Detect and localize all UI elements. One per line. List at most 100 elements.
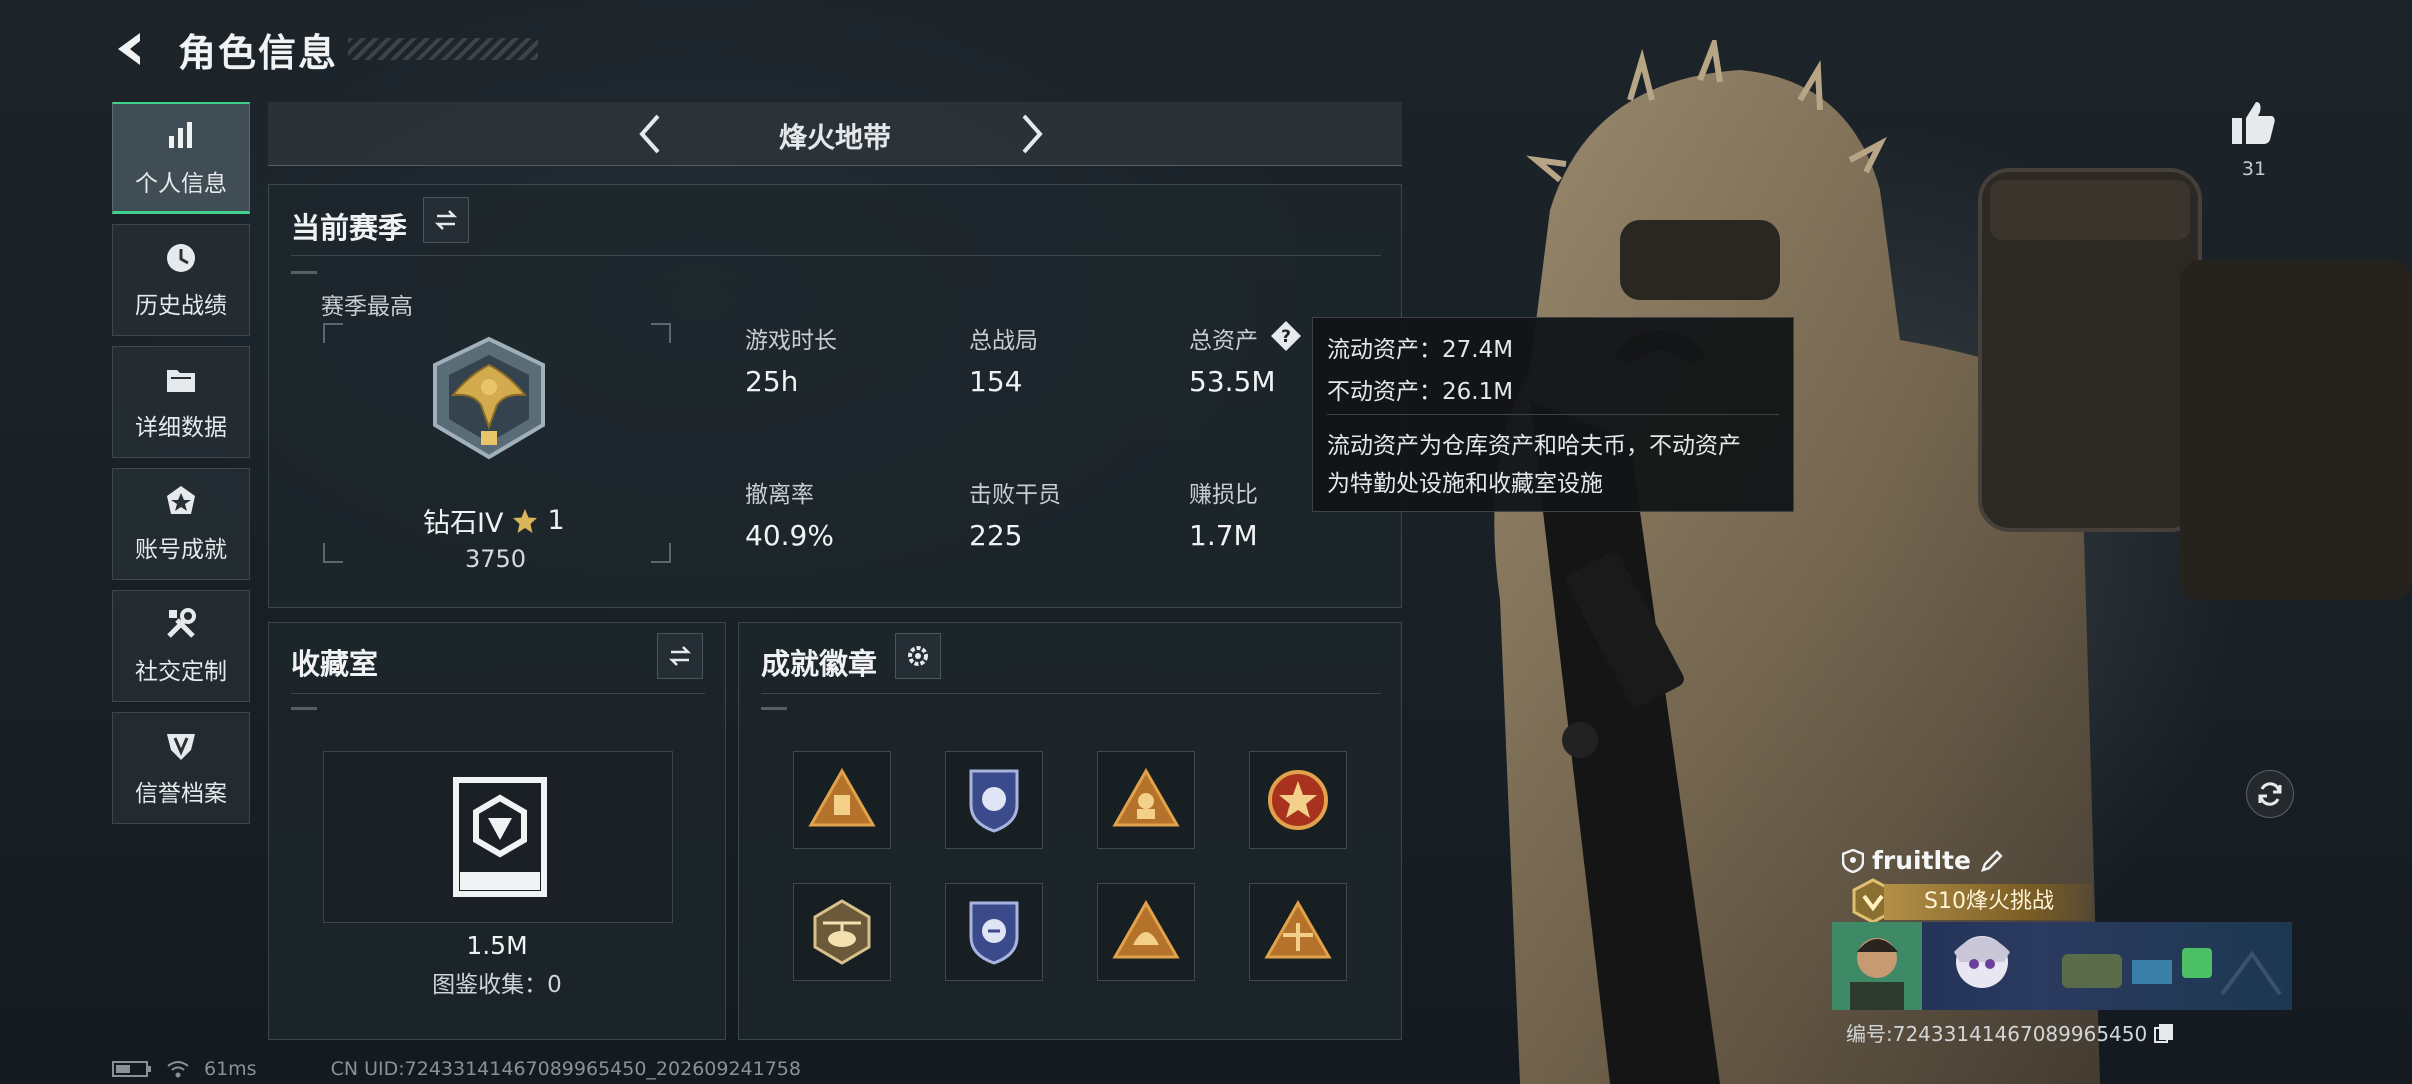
banner-character-art xyxy=(1954,936,2010,988)
triangle-squad-icon xyxy=(1112,767,1180,827)
nav-label: 详细数据 xyxy=(135,415,227,441)
rank-name-row: 钻石IV 1 xyxy=(423,501,565,540)
avatar[interactable] xyxy=(1832,922,1922,1010)
player-uid-row: 编号:7243314146708996545​0 xyxy=(1846,1018,2175,1047)
mode-selector: 烽火地带 xyxy=(268,102,1402,166)
achievements-panel: 成就徽章 xyxy=(738,622,1402,1040)
achievement-badge-6[interactable] xyxy=(945,883,1043,981)
nav-label: 历史战绩 xyxy=(135,293,227,319)
player-title-tag: S10烽火挑战 xyxy=(1884,884,2092,920)
rank-stars: 1 xyxy=(547,505,565,536)
achievement-settings-button[interactable] xyxy=(895,633,941,679)
like-widget: 31 xyxy=(2228,96,2280,180)
frame-corner xyxy=(323,543,343,563)
refresh-button[interactable] xyxy=(2246,770,2294,818)
asset-help-button[interactable]: ? xyxy=(1269,319,1303,353)
frame-corner xyxy=(323,323,343,343)
medal-star-icon xyxy=(167,486,195,514)
nav-label: 社交定制 xyxy=(135,659,227,685)
achievement-badge-7[interactable] xyxy=(1097,883,1195,981)
divider xyxy=(1327,414,1779,415)
divider xyxy=(291,255,1381,256)
svg-text:?: ? xyxy=(1281,327,1291,347)
mode-label: 烽火地带 xyxy=(778,121,891,154)
gear-icon xyxy=(908,646,928,666)
ping-text: 61ms xyxy=(204,1058,257,1080)
stat-label: 击败干员 xyxy=(969,482,1061,508)
star-icon xyxy=(513,508,538,533)
shield-wing-icon xyxy=(167,734,195,760)
collection-panel: 收藏室 1.5M 图鉴收集：0 xyxy=(268,622,726,1040)
achievements-title: 成就徽章 xyxy=(761,647,878,681)
folder-icon xyxy=(167,370,195,392)
achievement-badge-1[interactable] xyxy=(793,751,891,849)
season-panel: 当前赛季 赛季最高 钻石IV 1 3750 游戏时长 25h 总战局 154 总… xyxy=(268,184,1402,608)
banner-gear-art xyxy=(2062,948,2282,996)
stat-value: 225 xyxy=(969,519,1023,552)
frame-corner xyxy=(651,543,671,563)
help-diamond-icon: ? xyxy=(1271,321,1301,351)
wifi-icon xyxy=(167,1061,189,1078)
collection-preview[interactable] xyxy=(323,751,673,923)
back-arrow-icon[interactable] xyxy=(110,27,154,71)
cn-uid-text: CN UID:7243314146708996545​0_20260924175… xyxy=(330,1058,801,1080)
achievement-badge-3[interactable] xyxy=(1097,751,1195,849)
stat-value: 154 xyxy=(969,365,1023,398)
refresh-icon xyxy=(2258,782,2282,806)
decor-line xyxy=(761,707,787,710)
collection-value: 1.5M xyxy=(466,931,528,960)
tooltip-liquid-assets: 流动资产：27.4M xyxy=(1327,337,1514,363)
clock-icon xyxy=(167,244,195,272)
rank-emblem-icon xyxy=(433,336,545,460)
stat-value: 53.5M xyxy=(1189,365,1276,398)
copy-icon[interactable] xyxy=(2153,1022,2175,1044)
nav-item-reputation[interactable]: 信誉档案 xyxy=(112,712,250,824)
rank-name: 钻石IV xyxy=(423,508,504,539)
swap-icon xyxy=(668,646,692,666)
nav-item-social[interactable]: 社交定制 xyxy=(112,590,250,702)
page-title: 角色信息 xyxy=(178,30,339,75)
player-name-row: fruitlte xyxy=(1842,846,2005,875)
thumbs-up-icon[interactable] xyxy=(2228,96,2280,148)
gallery-count: 图鉴收集：0 xyxy=(432,972,562,998)
stat-value: 1.7M xyxy=(1189,519,1258,552)
triangle-medal-icon xyxy=(808,767,876,827)
battery-icon xyxy=(112,1061,151,1077)
stat-label: 总战局 xyxy=(969,328,1038,354)
switch-collection-button[interactable] xyxy=(657,633,703,679)
tools-icon xyxy=(167,608,196,638)
next-mode-icon[interactable] xyxy=(1006,110,1054,158)
achievement-badge-4[interactable] xyxy=(1249,751,1347,849)
nav-item-personal-info[interactable]: 个人信息 xyxy=(112,102,250,214)
divider xyxy=(291,693,705,694)
shield-badge-icon xyxy=(969,901,1019,965)
like-count: 31 xyxy=(2241,158,2267,180)
title-decoration xyxy=(348,38,539,60)
tooltip-fixed-assets: 不动资产：26.1M xyxy=(1327,379,1514,405)
swap-icon xyxy=(434,210,458,230)
nav-label: 个人信息 xyxy=(135,170,227,197)
achievement-badge-5[interactable] xyxy=(793,883,891,981)
nav-item-detail-data[interactable]: 详细数据 xyxy=(112,346,250,458)
asset-tooltip: 流动资产：27.4M 不动资产：26.1M 流动资产为仓库资产和哈夫币，不动资产… xyxy=(1312,317,1794,512)
achievement-badge-2[interactable] xyxy=(945,751,1043,849)
switch-season-button[interactable] xyxy=(423,197,469,243)
stat-label: 游戏时长 xyxy=(745,328,837,354)
player-card: fruitlte S10烽火挑战 编号:7243314146708996545​… xyxy=(1832,842,2292,1047)
triangle-crest-icon xyxy=(1264,899,1332,959)
divider xyxy=(761,693,1381,694)
shield-icon xyxy=(1842,848,1864,873)
achievement-badge-8[interactable] xyxy=(1249,883,1347,981)
nav-label: 信誉档案 xyxy=(135,781,227,807)
nav-item-history[interactable]: 历史战绩 xyxy=(112,224,250,336)
stat-value: 40.9% xyxy=(745,519,834,552)
collection-title: 收藏室 xyxy=(291,647,379,681)
nav-item-achievements[interactable]: 账号成就 xyxy=(112,468,250,580)
decor-line xyxy=(291,707,317,710)
edit-pencil-icon[interactable] xyxy=(1979,848,2005,874)
tooltip-desc-line1: 流动资产为仓库资产和哈夫币，不动资产 xyxy=(1327,433,1741,459)
triangle-helmet-icon xyxy=(1112,899,1180,959)
stat-label: 总资产 xyxy=(1189,328,1258,354)
star-round-medal-icon xyxy=(1268,770,1328,830)
shield-badge-icon xyxy=(969,769,1019,833)
